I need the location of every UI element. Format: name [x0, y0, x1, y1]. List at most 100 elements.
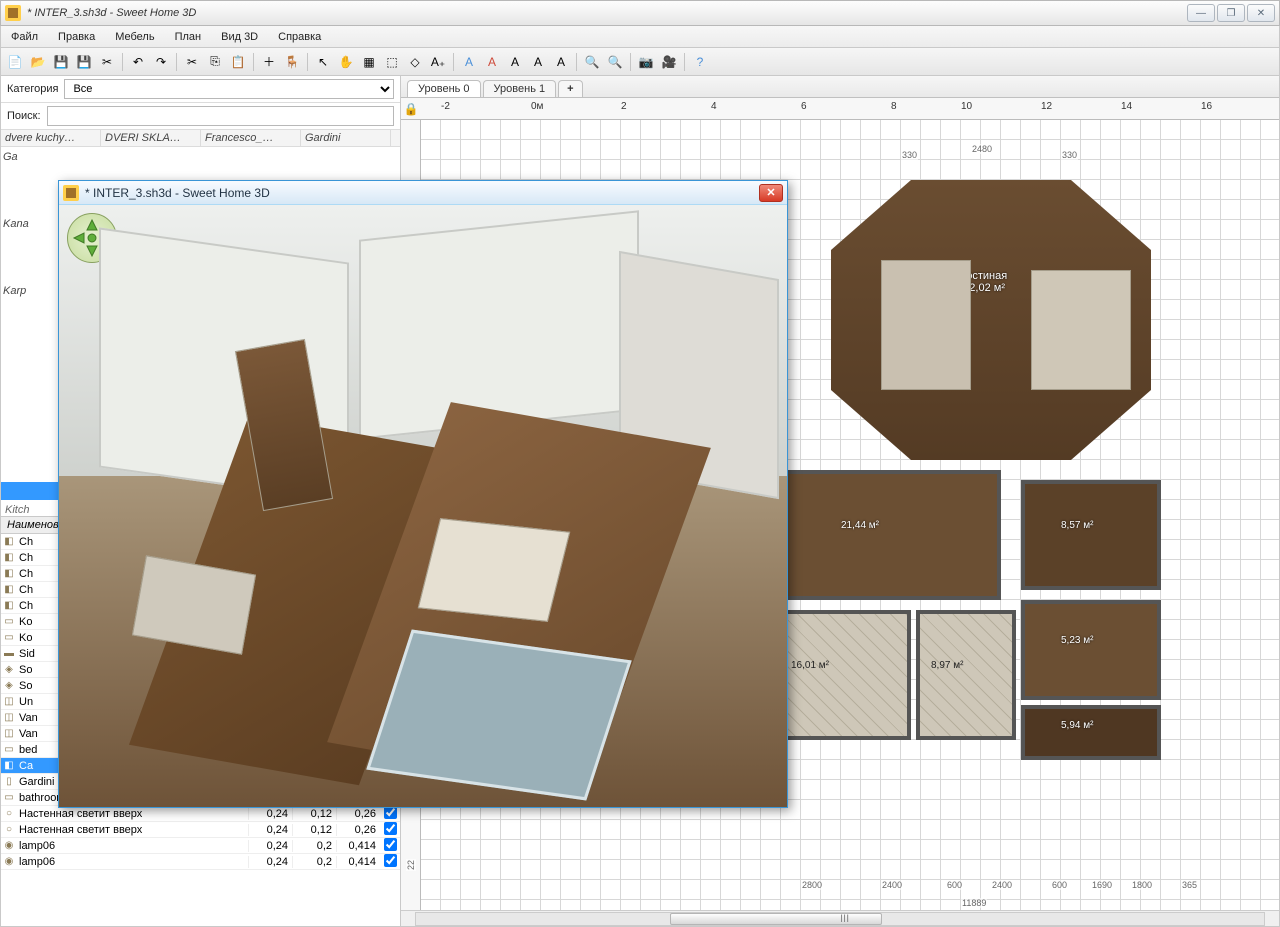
photo-icon[interactable]: 📷: [636, 52, 656, 72]
menu-plan[interactable]: План: [165, 26, 212, 47]
pan-icon[interactable]: ✋: [336, 52, 356, 72]
close-button[interactable]: ✕: [1247, 4, 1275, 22]
row-icon: ◈: [1, 664, 17, 675]
dimension-total: 11889: [961, 898, 987, 908]
row-icon: ○: [1, 824, 17, 835]
row-icon: ◧: [1, 584, 17, 595]
room-area: 5,94 м²: [1061, 720, 1093, 731]
row-visible-checkbox[interactable]: [380, 854, 400, 870]
copy-icon[interactable]: ⎘: [205, 52, 225, 72]
ruler-tick: 8: [891, 101, 897, 112]
menu-3dview[interactable]: Вид 3D: [211, 26, 268, 47]
dimension-icon[interactable]: A₊: [428, 52, 448, 72]
save-icon[interactable]: 💾: [51, 52, 71, 72]
minimize-button[interactable]: —: [1187, 4, 1215, 22]
row-visible-checkbox[interactable]: [380, 822, 400, 838]
text3-icon[interactable]: A: [551, 52, 571, 72]
zoomin-icon[interactable]: 🔍: [582, 52, 602, 72]
window-title: * INTER_3.sh3d - Sweet Home 3D: [27, 7, 1185, 19]
tab-level0[interactable]: Уровень 0: [407, 80, 481, 97]
row-icon: ◫: [1, 696, 17, 707]
menu-file[interactable]: Файл: [1, 26, 48, 47]
import-icon[interactable]: 🪑: [282, 52, 302, 72]
menu-furniture[interactable]: Мебель: [105, 26, 164, 47]
category-label: Категория: [7, 83, 58, 95]
row-icon: ◧: [1, 552, 17, 563]
table-row[interactable]: ○Настенная светит вверх0,240,120,26: [1, 806, 400, 822]
paste-icon[interactable]: 📋: [228, 52, 248, 72]
room[interactable]: [1021, 705, 1161, 760]
tab-add[interactable]: +: [558, 80, 582, 97]
room[interactable]: [1021, 480, 1161, 590]
search-input[interactable]: [47, 106, 394, 126]
3d-view-window[interactable]: * INTER_3.sh3d - Sweet Home 3D ✕: [58, 180, 788, 808]
text2-icon[interactable]: A: [528, 52, 548, 72]
menu-edit[interactable]: Правка: [48, 26, 105, 47]
prefs-icon[interactable]: ✂: [97, 52, 117, 72]
furniture-rug[interactable]: [881, 260, 971, 390]
catalog-col[interactable]: dvere kuchy…: [1, 130, 101, 146]
row-val-a: 0,24: [248, 840, 292, 852]
row-icon: ▭: [1, 744, 17, 755]
table-row[interactable]: ◉lamp060,240,20,414: [1, 854, 400, 870]
tab-level1[interactable]: Уровень 1: [483, 80, 557, 97]
dimension: 2800: [801, 880, 823, 890]
room[interactable]: [781, 470, 1001, 600]
search-label: Поиск:: [7, 110, 41, 122]
row-icon: ◫: [1, 728, 17, 739]
room[interactable]: [776, 610, 911, 740]
dimension: 1690: [1091, 880, 1113, 890]
row-icon: ▭: [1, 632, 17, 643]
table-row[interactable]: ◉lamp060,240,20,414: [1, 838, 400, 854]
text-icon[interactable]: A: [505, 52, 525, 72]
row-val-c: 0,414: [336, 840, 380, 852]
room-icon[interactable]: ⬚: [382, 52, 402, 72]
text-blue-icon[interactable]: A: [459, 52, 479, 72]
row-visible-checkbox[interactable]: [380, 838, 400, 854]
zoomout-icon[interactable]: 🔍: [605, 52, 625, 72]
dimension: 600: [1051, 880, 1068, 890]
maximize-button[interactable]: ❐: [1217, 4, 1245, 22]
3d-close-button[interactable]: ✕: [759, 184, 783, 202]
room[interactable]: [1021, 600, 1161, 700]
saveas-icon[interactable]: 💾: [74, 52, 94, 72]
horizontal-scrollbar[interactable]: III: [401, 910, 1279, 926]
video-icon[interactable]: 🎥: [659, 52, 679, 72]
wall-icon[interactable]: ▦: [359, 52, 379, 72]
catalog-header: dvere kuchy… DVERI SKLA… Francesco_… Gar…: [1, 130, 400, 147]
3d-table: [418, 518, 570, 622]
vruler-label: 22: [406, 859, 416, 871]
text-red-icon[interactable]: A: [482, 52, 502, 72]
row-icon: ◉: [1, 856, 17, 867]
row-icon: ◈: [1, 680, 17, 691]
select-icon[interactable]: ↖: [313, 52, 333, 72]
add-furniture-icon[interactable]: ＋: [259, 52, 279, 72]
table-row[interactable]: ○Настенная светит вверх0,240,120,26: [1, 822, 400, 838]
catalog-col[interactable]: DVERI SKLA…: [101, 130, 201, 146]
menu-help[interactable]: Справка: [268, 26, 331, 47]
polyline-icon[interactable]: ◇: [405, 52, 425, 72]
new-icon[interactable]: 📄: [5, 52, 25, 72]
redo-icon[interactable]: ↷: [151, 52, 171, 72]
catalog-col[interactable]: Francesco_…: [201, 130, 301, 146]
scrollbar-thumb[interactable]: [670, 913, 882, 925]
row-icon: ○: [1, 808, 17, 819]
separator: [684, 53, 685, 71]
ruler-tick: 6: [801, 101, 807, 112]
help-icon[interactable]: ?: [690, 52, 710, 72]
furniture-sofa-group[interactable]: [1031, 270, 1131, 390]
separator: [630, 53, 631, 71]
row-icon: ▯: [1, 776, 17, 787]
open-icon[interactable]: 📂: [28, 52, 48, 72]
room[interactable]: [916, 610, 1016, 740]
catalog-col[interactable]: Gardini: [301, 130, 391, 146]
lock-icon[interactable]: 🔒: [401, 102, 421, 116]
category-select[interactable]: Все: [64, 79, 394, 99]
3d-viewport[interactable]: [59, 205, 787, 807]
row-val-b: 0,12: [292, 808, 336, 820]
row-icon: ▭: [1, 792, 17, 803]
undo-icon[interactable]: ↶: [128, 52, 148, 72]
cut-icon[interactable]: ✂: [182, 52, 202, 72]
separator: [307, 53, 308, 71]
dimension: 600: [946, 880, 963, 890]
